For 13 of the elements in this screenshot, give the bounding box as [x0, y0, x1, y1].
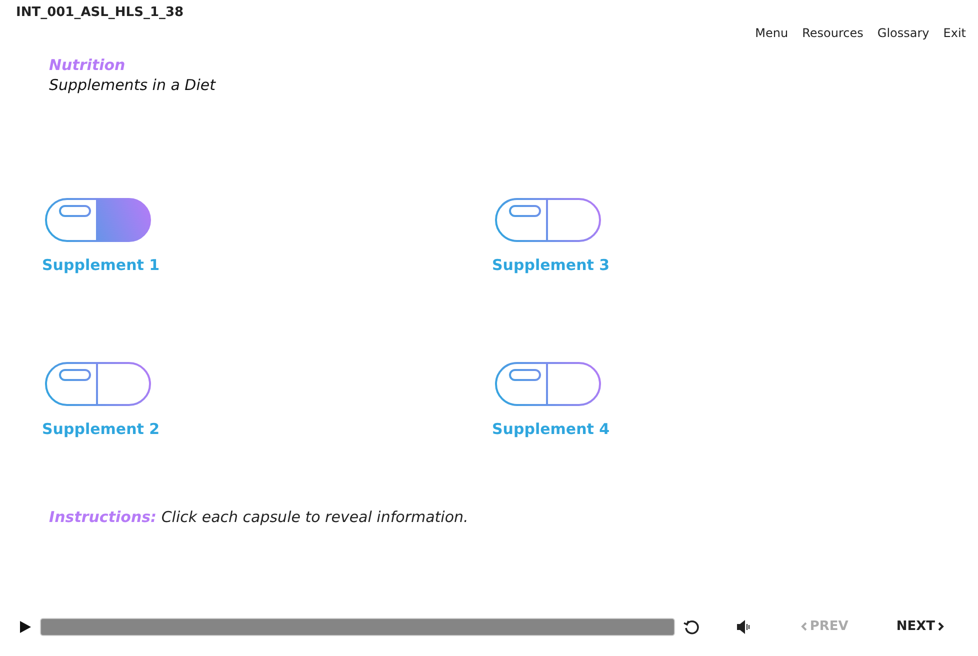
nav-link[interactable]: Resources: [802, 26, 864, 40]
nav-link[interactable]: Exit: [943, 26, 966, 40]
next-button[interactable]: NEXT: [892, 617, 948, 636]
topic-title: Nutrition: [49, 56, 126, 74]
nav-link[interactable]: Glossary: [877, 26, 930, 40]
chevron-right-icon: [938, 622, 944, 631]
nav-link[interactable]: Menu: [755, 26, 788, 40]
instructions-text: Instructions: Click each capsule to reveal information.: [48, 507, 468, 526]
course-title: INT_001_ASL_HLS_1_38: [15, 4, 184, 20]
topic-subtitle: Supplements in a Diet: [49, 76, 216, 94]
play-icon[interactable]: [18, 620, 32, 634]
replay-icon[interactable]: [682, 618, 701, 636]
chevron-left-icon: [800, 622, 807, 631]
